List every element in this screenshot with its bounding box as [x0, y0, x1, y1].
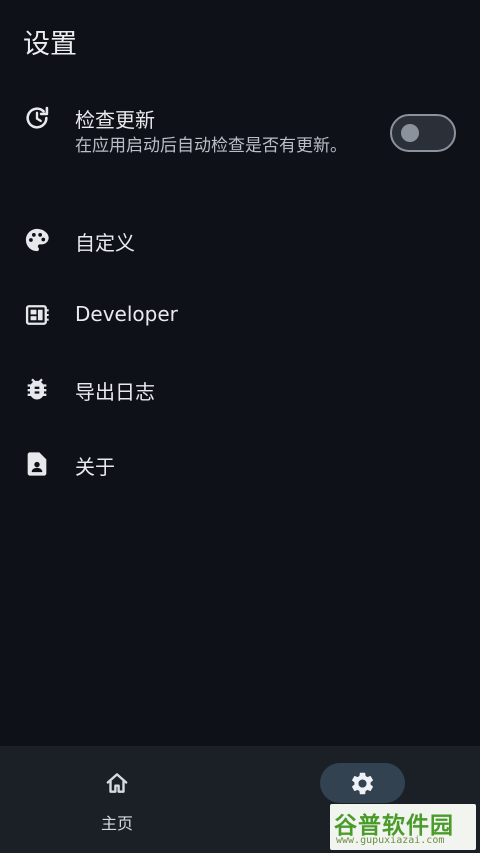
contact-page-icon — [23, 450, 51, 478]
gear-icon — [351, 772, 374, 795]
developer-label: Developer — [75, 302, 178, 326]
check-update-setting[interactable]: 检查更新 在应用启动后自动检查是否有更新。 — [0, 100, 480, 190]
export-log-label: 导出日志 — [75, 380, 155, 404]
developer-setting[interactable]: Developer — [0, 295, 480, 335]
developer-board-icon — [23, 301, 51, 329]
bug-icon — [23, 375, 51, 403]
settings-screen: 设置 检查更新 在应用启动后自动检查是否有更新。 自定义 Developer 导… — [0, 0, 480, 853]
customize-label: 自定义 — [75, 231, 135, 255]
page-title: 设置 — [23, 29, 77, 60]
watermark-url: www.gupuxiazai.com — [336, 835, 445, 846]
check-update-label: 检查更新 — [75, 108, 155, 132]
toggle-knob — [401, 124, 419, 142]
about-label: 关于 — [75, 455, 115, 479]
customize-setting[interactable]: 自定义 — [0, 220, 480, 260]
check-update-toggle[interactable] — [390, 114, 456, 152]
about-setting[interactable]: 关于 — [0, 444, 480, 484]
export-log-setting[interactable]: 导出日志 — [0, 369, 480, 409]
watermark-logo: 谷普软件园 www.gupuxiazai.com — [330, 804, 476, 850]
update-clock-icon — [23, 104, 51, 132]
check-update-description: 在应用启动后自动检查是否有更新。 — [75, 136, 347, 156]
nav-home-label: 主页 — [100, 814, 133, 833]
nav-home-tab[interactable]: 主页 — [0, 746, 240, 853]
home-icon — [106, 773, 128, 793]
palette-icon — [23, 226, 51, 254]
